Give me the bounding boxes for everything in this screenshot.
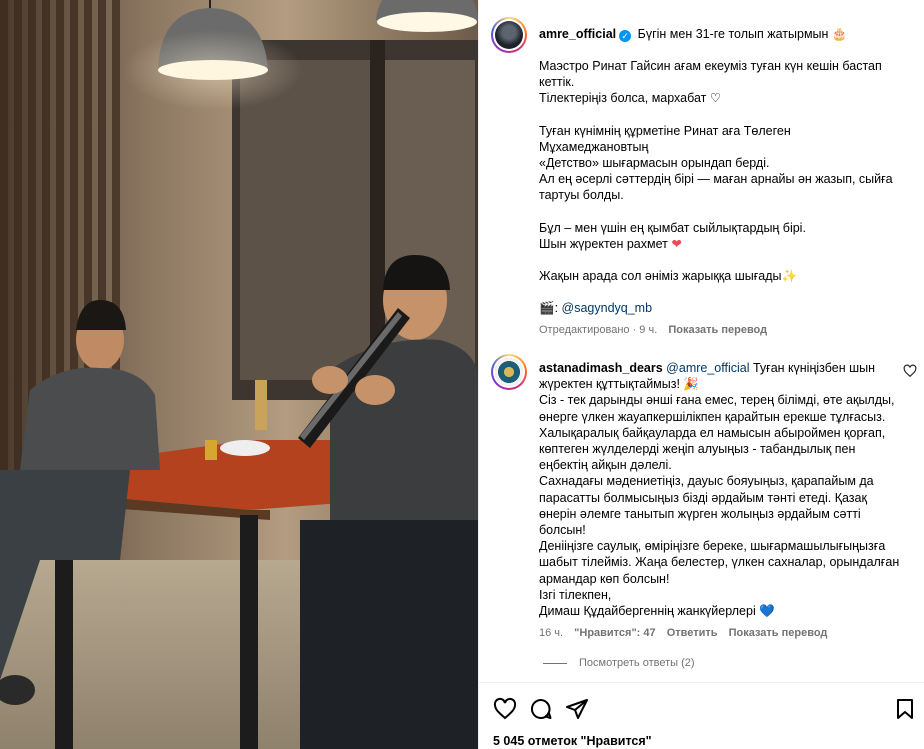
comment-mention[interactable]: @amre_official xyxy=(666,361,749,375)
commenter-username[interactable]: astanadimash_dears xyxy=(539,361,663,375)
comments-scroll-area[interactable]: amre_official ✓ Бүгін мен 31-ге толып жат… xyxy=(479,0,924,682)
comment-line: болсын! xyxy=(539,523,586,538)
view-replies-button[interactable]: Посмотреть ответы (2) xyxy=(543,657,695,669)
caption-line: Жақын арада сол әніміз жарыққа шығады✨ xyxy=(539,269,798,284)
comment-line: көптеген жүлделерді жеңіп алуыңыз - таба… xyxy=(539,442,856,457)
caption-line: Тілектеріңіз болса, мархабат ♡ xyxy=(539,91,722,106)
commenter-avatar[interactable] xyxy=(491,354,527,390)
comment-line: Денііңізге саулық, өміріңізге береке, шы… xyxy=(539,539,886,554)
comment-line: өнерін әлемге танытып жүрген жолыңыз әрд… xyxy=(539,506,861,521)
caption-line: Ал ең әсерлі сәттердің бірі — маған арна… xyxy=(539,172,893,187)
view-replies-label: Посмотреть ответы (2) xyxy=(579,657,695,669)
blue-heart-emoji: 💙 xyxy=(759,604,775,619)
caption-line: Мұхамеджановтың xyxy=(539,139,649,154)
post-caption: amre_official ✓ Бүгін мен 31-ге толып жат… xyxy=(539,26,911,42)
caption-block-1: Маэстро Ринат Гайсин ағам екеуміз туған … xyxy=(539,58,911,316)
likes-count[interactable]: 5 045 отметок "Нравится" xyxy=(493,734,652,748)
share-icon[interactable] xyxy=(565,697,589,721)
mention-link[interactable]: @sagyndyq_mb xyxy=(562,301,653,315)
comment-line: шабыт тілейміз. Жаңа белестер, үлкен сах… xyxy=(539,555,900,570)
caption-line: кеттік. xyxy=(539,75,575,90)
caption-line: тартуы болды. xyxy=(539,188,624,203)
translate-link[interactable]: Показать перевод xyxy=(668,324,767,336)
verified-icon: ✓ xyxy=(619,30,632,42)
comment-line: Димаш Құдайбергеннің жанкүйерлері 💙 xyxy=(539,604,775,619)
comment-line: армандар көп болсын! xyxy=(539,571,670,586)
comment-heart-icon[interactable] xyxy=(903,364,917,378)
comment-line: өнерге үлкен жауапкершілікпен қарайтын е… xyxy=(539,409,886,424)
comment-line: astanadimash_dears @amre_official Туған … xyxy=(539,361,875,375)
comment-time: 16 ч. xyxy=(539,627,564,639)
comment-line: жүректен құттықтаймыз! 🎉 xyxy=(539,377,699,392)
comment-line: Халықаралық байқауларда ел намысын абыро… xyxy=(539,425,886,440)
caption-line: Бұл – мен үшін ең қымбат сыйлықтардың бі… xyxy=(539,220,806,235)
caption-line: «Детство» шығармасын орындап берді. xyxy=(539,156,770,171)
bookmark-icon[interactable] xyxy=(893,697,917,721)
comment-icon[interactable] xyxy=(529,697,553,721)
comment-line: парасатты болмысыңыз бізді әрдайым тәнті… xyxy=(539,490,867,505)
post-meta: Отредактировано · 9 ч. Показать перевод xyxy=(539,324,775,336)
author-username[interactable]: amre_official xyxy=(539,27,616,41)
post-actions-bar: 5 045 отметок "Нравится" xyxy=(479,682,924,749)
comment-line: Сіз - тек дарынды әнші ғана емес, терең … xyxy=(539,393,895,408)
comment-line: Ізгі тілекпен, xyxy=(539,587,612,602)
caption-line: Маэстро Ринат Гайсин ағам екеуміз туған … xyxy=(539,59,882,73)
author-avatar[interactable] xyxy=(491,17,527,53)
comment-line: Сахнадағы мәдениетіңіз, дауыс бояуыңыз, … xyxy=(539,474,874,489)
red-heart-emoji: ❤ xyxy=(671,236,682,251)
reply-button[interactable]: Ответить xyxy=(667,627,718,639)
caption-line: Туған күнімнің құрметіне Ринат аға Төлег… xyxy=(539,123,791,138)
post-photo xyxy=(0,0,478,749)
comment-likes[interactable]: "Нравится": 47 xyxy=(574,627,655,639)
heart-icon[interactable] xyxy=(493,697,517,721)
comment-meta: 16 ч. "Нравится": 47 Ответить Показать п… xyxy=(539,627,835,639)
comment-line: еңбектің айқын дәлелі. xyxy=(539,458,672,473)
credit-line: 🎬: @sagyndyq_mb xyxy=(539,300,911,316)
comment-body: astanadimash_dears @amre_official Туған … xyxy=(539,360,911,619)
caption-line: Шын жүректен рахмет ❤ xyxy=(539,236,682,251)
edited-timestamp: Отредактировано · 9 ч. xyxy=(539,324,658,336)
comment-translate-link[interactable]: Показать перевод xyxy=(729,627,828,639)
clapper-icon: 🎬: xyxy=(539,301,559,316)
caption-headline: Бүгін мен 31-ге толып жатырмын 🎂 xyxy=(637,27,848,41)
post-details-panel: amre_official ✓ Бүгін мен 31-ге толып жат… xyxy=(478,0,924,749)
